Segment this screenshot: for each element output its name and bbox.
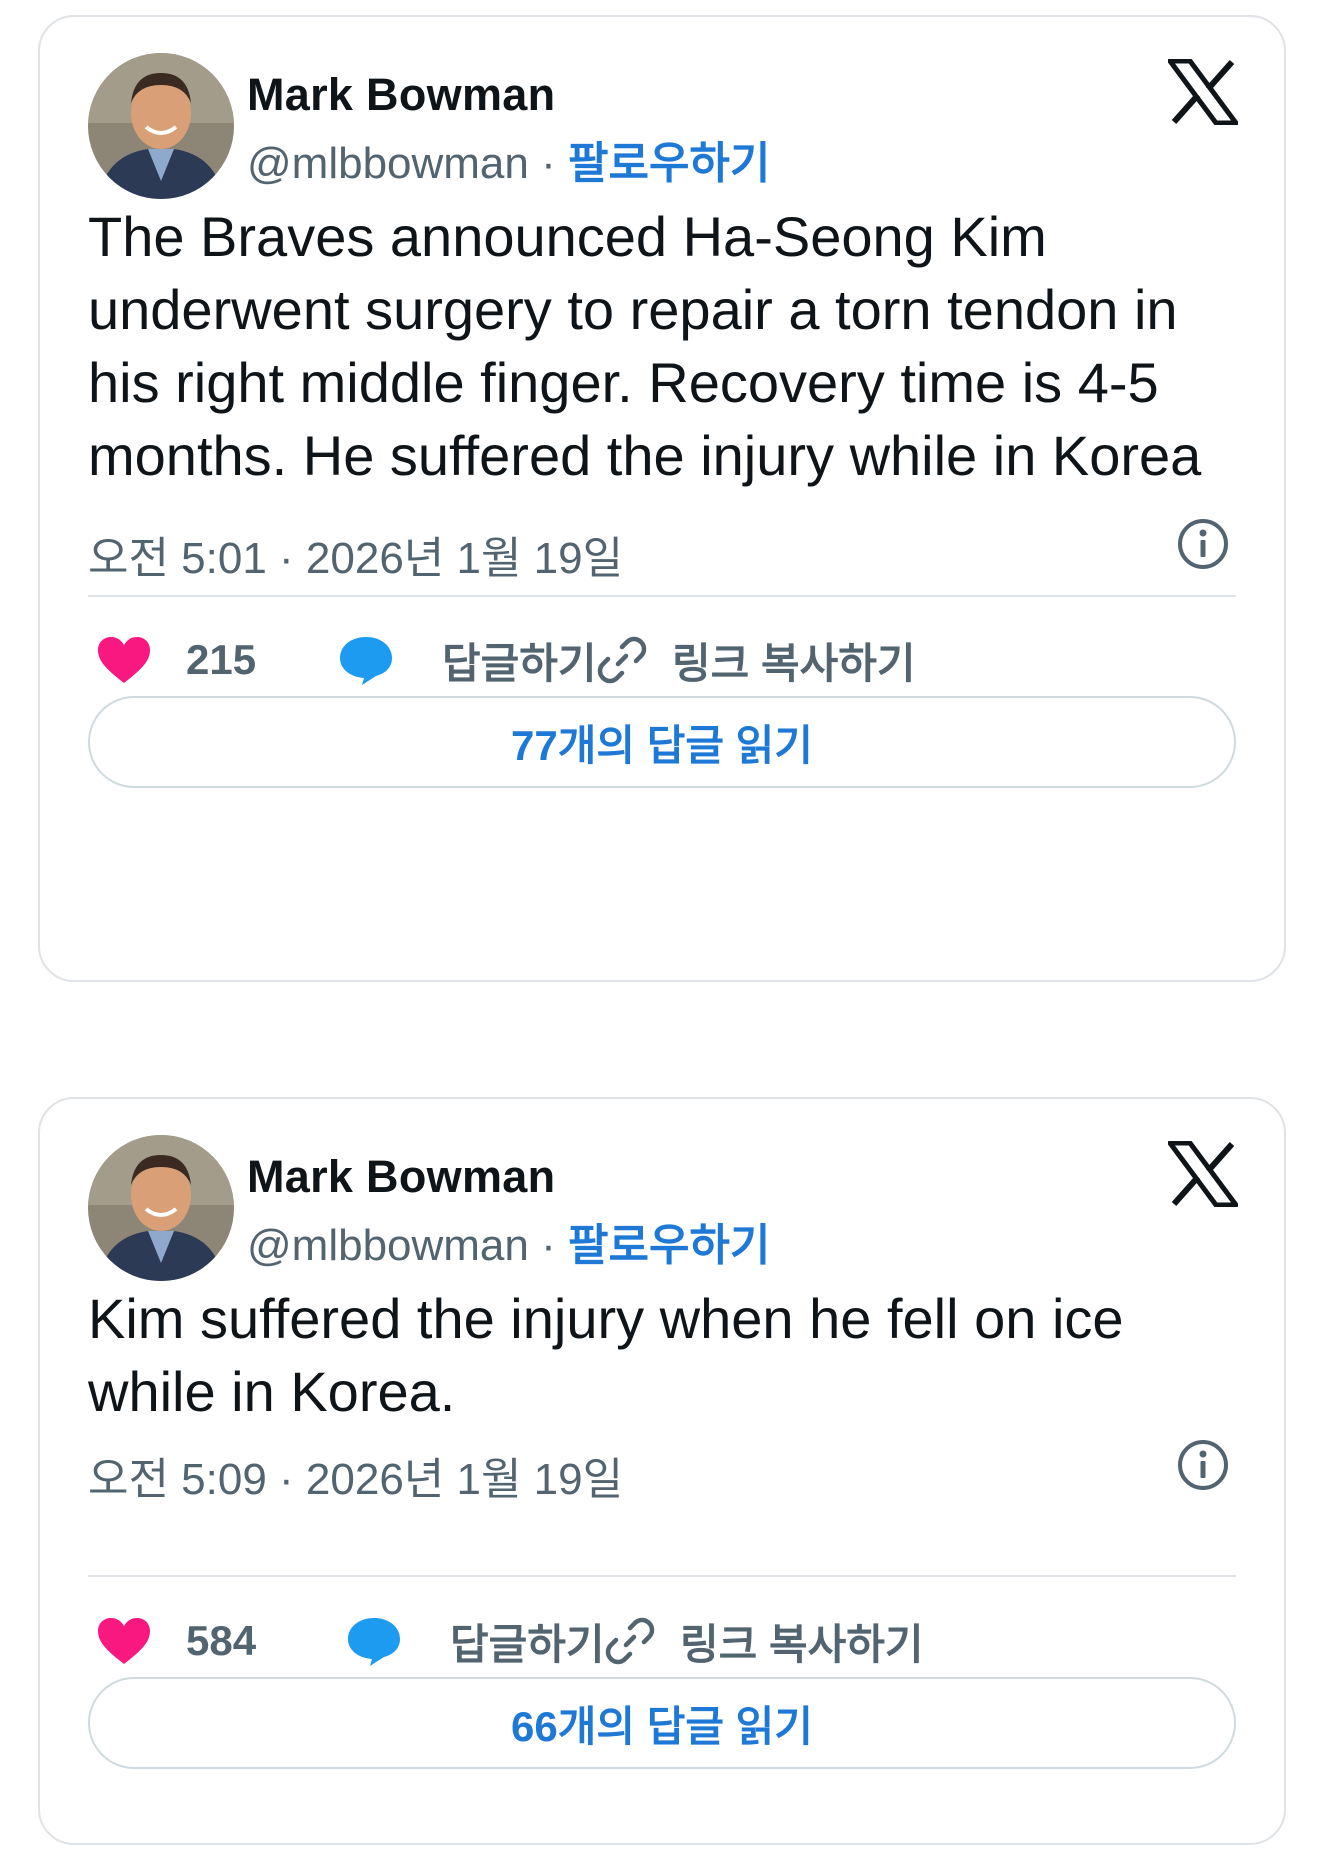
copy-link-label: 링크 복사하기 xyxy=(672,639,916,687)
author-name[interactable]: Mark Bowman xyxy=(247,1151,555,1203)
info-icon[interactable] xyxy=(1176,517,1230,571)
like-button[interactable]: 584 xyxy=(96,1611,256,1671)
heart-icon xyxy=(98,1618,150,1664)
tweet-timestamp[interactable]: 오전 5:09 · 2026년 1월 19일 xyxy=(88,1443,623,1507)
read-replies-button[interactable]: 66개의 답글 읽기 xyxy=(88,1677,1236,1769)
info-icon[interactable] xyxy=(1176,1438,1230,1492)
divider xyxy=(88,595,1236,597)
reply-label: 답글하기 xyxy=(442,639,597,687)
avatar[interactable] xyxy=(88,1135,234,1281)
follow-button[interactable]: 팔로우하기 xyxy=(568,139,770,188)
tweet-actions: 584 답글하기 링크 복사하기 xyxy=(96,1611,1236,1671)
speech-bubble-icon xyxy=(348,1618,400,1666)
like-count: 584 xyxy=(186,1617,257,1664)
like-count: 215 xyxy=(186,636,257,683)
like-button[interactable]: 215 xyxy=(96,630,256,690)
reply-label: 답글하기 xyxy=(450,1620,605,1668)
link-icon xyxy=(597,636,647,684)
link-icon xyxy=(605,1617,655,1665)
x-logo-icon[interactable] xyxy=(1167,58,1239,126)
handle-line: @mlbbowman · 팔로우하기 xyxy=(247,127,770,191)
copy-link-button[interactable]: 링크 복사하기 xyxy=(596,630,916,690)
follow-button[interactable]: 팔로우하기 xyxy=(568,1221,770,1270)
author-handle[interactable]: @mlbbowman xyxy=(247,139,529,188)
speech-bubble-icon xyxy=(340,637,392,685)
x-logo-icon[interactable] xyxy=(1167,1140,1239,1208)
tweet-timestamp[interactable]: 오전 5:01 · 2026년 1월 19일 xyxy=(88,522,623,586)
tweet-card: Mark Bowman @mlbbowman · 팔로우하기 Kim suffe… xyxy=(38,1097,1286,1845)
author-handle[interactable]: @mlbbowman xyxy=(247,1221,529,1270)
handle-line: @mlbbowman · 팔로우하기 xyxy=(247,1209,770,1273)
tweet-actions: 215 답글하기 링크 복사하기 xyxy=(96,630,1236,690)
copy-link-button[interactable]: 링크 복사하기 xyxy=(604,1611,924,1671)
heart-icon xyxy=(98,637,150,683)
author-name[interactable]: Mark Bowman xyxy=(247,69,555,121)
tweet-text: The Braves announced Ha-Seong Kim underw… xyxy=(88,205,1202,487)
tweet-text: Kim suffered the injury when he fell on … xyxy=(88,1287,1124,1423)
avatar[interactable] xyxy=(88,53,234,199)
separator: · xyxy=(528,139,568,188)
read-replies-button[interactable]: 77개의 답글 읽기 xyxy=(88,696,1236,788)
copy-link-label: 링크 복사하기 xyxy=(680,1620,924,1668)
divider xyxy=(88,1575,1236,1577)
reply-button[interactable]: 답글하기 xyxy=(338,630,597,690)
reply-button[interactable]: 답글하기 xyxy=(346,1611,605,1671)
separator: · xyxy=(528,1221,568,1270)
tweet-card: Mark Bowman @mlbbowman · 팔로우하기 The Brave… xyxy=(38,15,1286,982)
